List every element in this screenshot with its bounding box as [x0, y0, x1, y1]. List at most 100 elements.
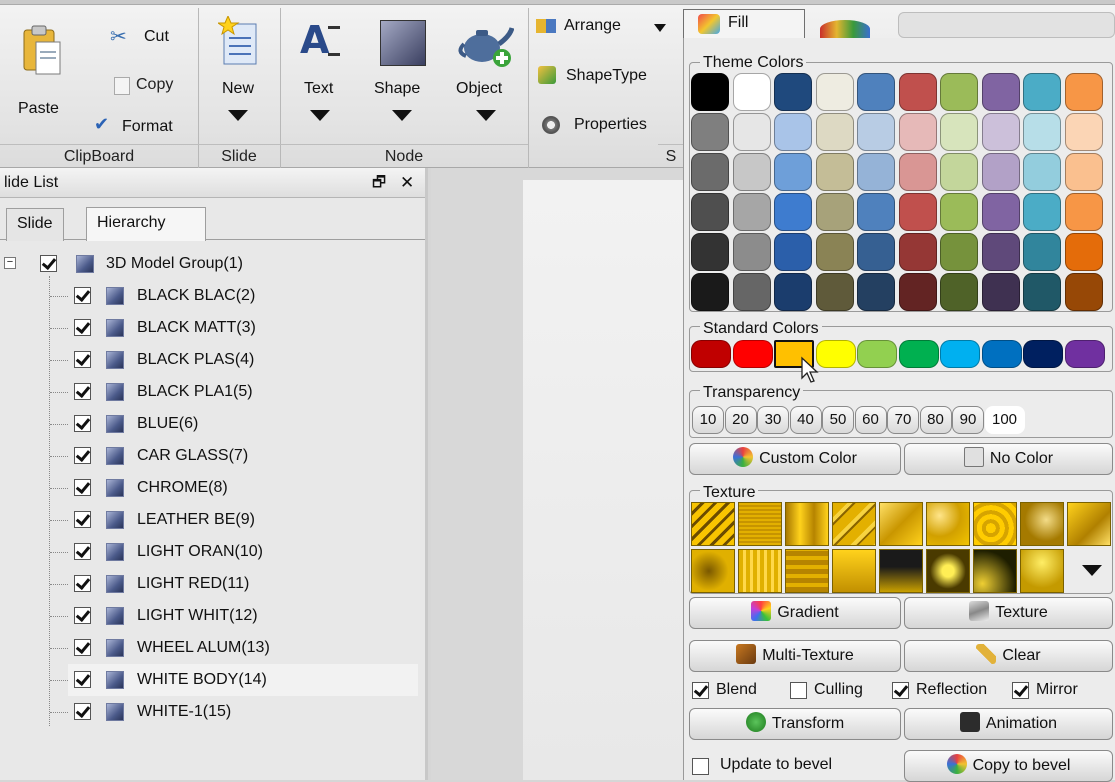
slide-canvas-area[interactable] [431, 168, 683, 780]
theme-color-swatch[interactable] [857, 233, 895, 271]
tree-item[interactable]: LEATHER BE(9) [0, 504, 420, 536]
tree-item[interactable]: BLUE(6) [0, 408, 420, 440]
tree-checkbox[interactable] [74, 479, 91, 496]
new-slide-button[interactable]: New [206, 12, 272, 136]
theme-color-swatch[interactable] [898, 193, 937, 231]
theme-color-swatch[interactable] [774, 273, 812, 311]
copy-button[interactable]: Copy [110, 74, 190, 100]
theme-color-swatch[interactable] [691, 273, 729, 311]
copy-bevel-button[interactable]: Copy to bevel [904, 750, 1113, 782]
tree-checkbox[interactable] [74, 671, 91, 688]
tree-item[interactable]: CAR GLASS(7) [0, 440, 420, 472]
theme-color-swatch[interactable] [981, 193, 1020, 231]
texture-swatch[interactable] [973, 549, 1017, 593]
theme-color-swatch[interactable] [1023, 233, 1061, 271]
standard-color-swatch[interactable] [691, 340, 731, 368]
standard-color-swatch[interactable] [732, 340, 773, 368]
theme-color-swatch[interactable] [774, 153, 812, 191]
tree-checkbox[interactable] [74, 351, 91, 368]
theme-color-swatch[interactable] [857, 113, 895, 151]
theme-color-swatch[interactable] [1023, 113, 1061, 151]
theme-color-swatch[interactable] [691, 193, 729, 231]
update-bevel-checkbox[interactable]: Update to bevel [692, 754, 892, 780]
multi-texture-button[interactable]: Multi-Texture [689, 640, 901, 672]
tree-checkbox[interactable] [74, 287, 91, 304]
animation-button[interactable]: Animation [904, 708, 1113, 740]
theme-color-swatch[interactable] [940, 153, 978, 191]
theme-color-swatch[interactable] [940, 233, 978, 271]
transparency-option[interactable]: 70 [887, 406, 919, 434]
theme-color-swatch[interactable] [1064, 73, 1103, 111]
theme-color-swatch[interactable] [732, 273, 771, 311]
object-node-button[interactable]: Object [450, 12, 522, 136]
theme-color-swatch[interactable] [1064, 153, 1103, 191]
theme-color-swatch[interactable] [1064, 233, 1103, 271]
theme-color-swatch[interactable] [774, 193, 812, 231]
theme-color-swatch[interactable] [732, 113, 771, 151]
theme-color-swatch[interactable] [774, 233, 812, 271]
texture-swatch[interactable] [879, 502, 923, 546]
tree-checkbox[interactable] [74, 319, 91, 336]
close-icon[interactable]: ✕ [400, 168, 414, 198]
shape-node-button[interactable]: Shape [368, 12, 438, 136]
theme-color-swatch[interactable] [857, 193, 895, 231]
texture-swatch[interactable] [738, 549, 782, 593]
tree-checkbox[interactable] [40, 255, 57, 272]
tree-item[interactable]: LIGHT RED(11) [0, 568, 420, 600]
theme-color-swatch[interactable] [981, 73, 1020, 111]
theme-color-swatch[interactable] [898, 73, 937, 111]
theme-color-swatch[interactable] [732, 73, 771, 111]
theme-color-swatch[interactable] [732, 193, 771, 231]
standard-color-swatch[interactable] [981, 340, 1022, 368]
arrange-button[interactable]: Arrange [536, 12, 680, 42]
texture-swatch[interactable] [973, 502, 1017, 546]
texture-swatch[interactable] [691, 502, 735, 546]
texture-swatch[interactable] [785, 549, 829, 593]
custom-color-button[interactable]: Custom Color [689, 443, 901, 475]
transparency-option[interactable]: 40 [789, 406, 822, 434]
collapse-icon[interactable]: − [4, 257, 16, 269]
theme-color-swatch[interactable] [732, 233, 771, 271]
theme-color-swatch[interactable] [857, 273, 895, 311]
theme-color-swatch[interactable] [981, 273, 1020, 311]
checkbox-box[interactable] [692, 682, 709, 699]
transparency-option[interactable]: 30 [757, 406, 789, 434]
texture-swatch[interactable] [738, 502, 782, 546]
tree-item[interactable]: BLACK PLAS(4) [0, 344, 420, 376]
theme-color-swatch[interactable] [857, 153, 895, 191]
gradient-button[interactable]: Gradient [689, 597, 901, 629]
transform-button[interactable]: Transform [689, 708, 901, 740]
theme-color-swatch[interactable] [898, 233, 937, 271]
transparency-option[interactable]: 60 [854, 406, 887, 434]
texture-swatch[interactable] [926, 549, 970, 593]
transparency-option[interactable]: 10 [692, 406, 724, 434]
standard-color-swatch[interactable] [940, 340, 980, 368]
theme-color-swatch[interactable] [1064, 193, 1103, 231]
tree-checkbox[interactable] [74, 639, 91, 656]
tree-checkbox[interactable] [74, 575, 91, 592]
tree-checkbox[interactable] [74, 543, 91, 560]
theme-color-swatch[interactable] [981, 233, 1020, 271]
theme-color-swatch[interactable] [940, 73, 978, 111]
tree-checkbox[interactable] [74, 415, 91, 432]
theme-color-swatch[interactable] [981, 113, 1020, 151]
transparency-option[interactable]: 90 [952, 406, 984, 434]
tree-checkbox[interactable] [74, 703, 91, 720]
theme-color-swatch[interactable] [815, 193, 854, 231]
standard-color-swatch[interactable] [898, 340, 939, 368]
texture-swatch[interactable] [785, 502, 829, 546]
no-color-button[interactable]: No Color [904, 443, 1113, 475]
theme-color-swatch[interactable] [940, 113, 978, 151]
transparency-option[interactable]: 80 [919, 406, 952, 434]
standard-color-swatch[interactable] [1023, 340, 1063, 368]
theme-color-swatch[interactable] [815, 153, 854, 191]
theme-color-swatch[interactable] [981, 153, 1020, 191]
clear-button[interactable]: Clear [904, 640, 1113, 672]
checkbox-box[interactable] [790, 682, 807, 699]
checkbox-box[interactable] [1012, 682, 1029, 699]
slide-canvas[interactable] [523, 180, 683, 780]
texture-more-button[interactable] [1070, 549, 1114, 593]
texture-swatch[interactable] [879, 549, 923, 593]
paste-button[interactable]: Paste [12, 18, 72, 128]
theme-color-swatch[interactable] [898, 113, 937, 151]
